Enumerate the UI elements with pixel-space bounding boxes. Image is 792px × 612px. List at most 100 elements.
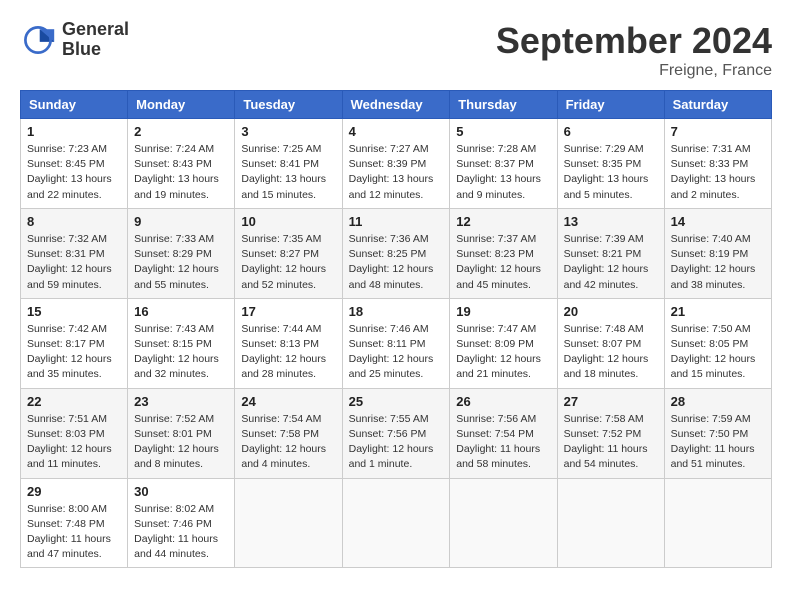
logo-text: General Blue	[62, 20, 129, 60]
day-number: 6	[564, 124, 658, 139]
table-row	[557, 478, 664, 568]
day-info: Sunrise: 7:48 AM Sunset: 8:07 PM Dayligh…	[564, 322, 658, 383]
table-row: 16 Sunrise: 7:43 AM Sunset: 8:15 PM Dayl…	[128, 298, 235, 388]
table-row: 28 Sunrise: 7:59 AM Sunset: 7:50 PM Dayl…	[664, 388, 771, 478]
day-number: 12	[456, 214, 550, 229]
day-number: 18	[349, 304, 444, 319]
table-row: 29 Sunrise: 8:00 AM Sunset: 7:48 PM Dayl…	[21, 478, 128, 568]
table-row: 22 Sunrise: 7:51 AM Sunset: 8:03 PM Dayl…	[21, 388, 128, 478]
col-wednesday: Wednesday	[342, 91, 450, 119]
day-number: 24	[241, 394, 335, 409]
day-number: 19	[456, 304, 550, 319]
table-row: 19 Sunrise: 7:47 AM Sunset: 8:09 PM Dayl…	[450, 298, 557, 388]
day-info: Sunrise: 7:35 AM Sunset: 8:27 PM Dayligh…	[241, 232, 335, 293]
day-number: 23	[134, 394, 228, 409]
day-number: 10	[241, 214, 335, 229]
day-number: 28	[671, 394, 765, 409]
day-number: 8	[27, 214, 121, 229]
month-title: September 2024	[496, 20, 772, 62]
day-number: 4	[349, 124, 444, 139]
day-info: Sunrise: 7:36 AM Sunset: 8:25 PM Dayligh…	[349, 232, 444, 293]
day-info: Sunrise: 7:42 AM Sunset: 8:17 PM Dayligh…	[27, 322, 121, 383]
title-block: September 2024 Freigne, France	[496, 20, 772, 80]
table-row: 11 Sunrise: 7:36 AM Sunset: 8:25 PM Dayl…	[342, 208, 450, 298]
day-number: 20	[564, 304, 658, 319]
calendar-row: 1 Sunrise: 7:23 AM Sunset: 8:45 PM Dayli…	[21, 119, 772, 209]
day-info: Sunrise: 7:55 AM Sunset: 7:56 PM Dayligh…	[349, 412, 444, 473]
table-row: 17 Sunrise: 7:44 AM Sunset: 8:13 PM Dayl…	[235, 298, 342, 388]
day-number: 26	[456, 394, 550, 409]
table-row: 18 Sunrise: 7:46 AM Sunset: 8:11 PM Dayl…	[342, 298, 450, 388]
day-number: 2	[134, 124, 228, 139]
day-number: 22	[27, 394, 121, 409]
calendar-table: Sunday Monday Tuesday Wednesday Thursday…	[20, 90, 772, 568]
calendar-row: 22 Sunrise: 7:51 AM Sunset: 8:03 PM Dayl…	[21, 388, 772, 478]
day-info: Sunrise: 7:43 AM Sunset: 8:15 PM Dayligh…	[134, 322, 228, 383]
day-number: 7	[671, 124, 765, 139]
day-info: Sunrise: 7:58 AM Sunset: 7:52 PM Dayligh…	[564, 412, 658, 473]
col-thursday: Thursday	[450, 91, 557, 119]
day-info: Sunrise: 7:27 AM Sunset: 8:39 PM Dayligh…	[349, 142, 444, 203]
day-info: Sunrise: 7:23 AM Sunset: 8:45 PM Dayligh…	[27, 142, 121, 203]
table-row: 13 Sunrise: 7:39 AM Sunset: 8:21 PM Dayl…	[557, 208, 664, 298]
table-row: 30 Sunrise: 8:02 AM Sunset: 7:46 PM Dayl…	[128, 478, 235, 568]
day-info: Sunrise: 7:46 AM Sunset: 8:11 PM Dayligh…	[349, 322, 444, 383]
day-info: Sunrise: 7:50 AM Sunset: 8:05 PM Dayligh…	[671, 322, 765, 383]
day-number: 30	[134, 484, 228, 499]
day-info: Sunrise: 7:44 AM Sunset: 8:13 PM Dayligh…	[241, 322, 335, 383]
col-sunday: Sunday	[21, 91, 128, 119]
logo: General Blue	[20, 20, 129, 60]
table-row: 21 Sunrise: 7:50 AM Sunset: 8:05 PM Dayl…	[664, 298, 771, 388]
table-row: 3 Sunrise: 7:25 AM Sunset: 8:41 PM Dayli…	[235, 119, 342, 209]
calendar-row: 29 Sunrise: 8:00 AM Sunset: 7:48 PM Dayl…	[21, 478, 772, 568]
table-row: 4 Sunrise: 7:27 AM Sunset: 8:39 PM Dayli…	[342, 119, 450, 209]
day-info: Sunrise: 8:02 AM Sunset: 7:46 PM Dayligh…	[134, 502, 228, 563]
table-row	[342, 478, 450, 568]
day-info: Sunrise: 7:25 AM Sunset: 8:41 PM Dayligh…	[241, 142, 335, 203]
table-row: 7 Sunrise: 7:31 AM Sunset: 8:33 PM Dayli…	[664, 119, 771, 209]
day-info: Sunrise: 7:47 AM Sunset: 8:09 PM Dayligh…	[456, 322, 550, 383]
day-info: Sunrise: 7:40 AM Sunset: 8:19 PM Dayligh…	[671, 232, 765, 293]
table-row: 14 Sunrise: 7:40 AM Sunset: 8:19 PM Dayl…	[664, 208, 771, 298]
table-row: 1 Sunrise: 7:23 AM Sunset: 8:45 PM Dayli…	[21, 119, 128, 209]
col-tuesday: Tuesday	[235, 91, 342, 119]
table-row: 24 Sunrise: 7:54 AM Sunset: 7:58 PM Dayl…	[235, 388, 342, 478]
day-number: 17	[241, 304, 335, 319]
table-row	[664, 478, 771, 568]
day-number: 25	[349, 394, 444, 409]
day-info: Sunrise: 7:32 AM Sunset: 8:31 PM Dayligh…	[27, 232, 121, 293]
day-info: Sunrise: 7:51 AM Sunset: 8:03 PM Dayligh…	[27, 412, 121, 473]
day-info: Sunrise: 7:59 AM Sunset: 7:50 PM Dayligh…	[671, 412, 765, 473]
table-row: 8 Sunrise: 7:32 AM Sunset: 8:31 PM Dayli…	[21, 208, 128, 298]
calendar-header-row: Sunday Monday Tuesday Wednesday Thursday…	[21, 91, 772, 119]
table-row: 20 Sunrise: 7:48 AM Sunset: 8:07 PM Dayl…	[557, 298, 664, 388]
calendar-row: 8 Sunrise: 7:32 AM Sunset: 8:31 PM Dayli…	[21, 208, 772, 298]
day-number: 15	[27, 304, 121, 319]
table-row	[235, 478, 342, 568]
table-row: 15 Sunrise: 7:42 AM Sunset: 8:17 PM Dayl…	[21, 298, 128, 388]
day-info: Sunrise: 7:29 AM Sunset: 8:35 PM Dayligh…	[564, 142, 658, 203]
day-info: Sunrise: 7:37 AM Sunset: 8:23 PM Dayligh…	[456, 232, 550, 293]
table-row: 23 Sunrise: 7:52 AM Sunset: 8:01 PM Dayl…	[128, 388, 235, 478]
table-row: 5 Sunrise: 7:28 AM Sunset: 8:37 PM Dayli…	[450, 119, 557, 209]
table-row: 26 Sunrise: 7:56 AM Sunset: 7:54 PM Dayl…	[450, 388, 557, 478]
day-info: Sunrise: 7:24 AM Sunset: 8:43 PM Dayligh…	[134, 142, 228, 203]
col-monday: Monday	[128, 91, 235, 119]
day-info: Sunrise: 7:31 AM Sunset: 8:33 PM Dayligh…	[671, 142, 765, 203]
day-number: 16	[134, 304, 228, 319]
day-info: Sunrise: 8:00 AM Sunset: 7:48 PM Dayligh…	[27, 502, 121, 563]
day-info: Sunrise: 7:33 AM Sunset: 8:29 PM Dayligh…	[134, 232, 228, 293]
day-number: 3	[241, 124, 335, 139]
day-number: 27	[564, 394, 658, 409]
day-number: 9	[134, 214, 228, 229]
day-number: 5	[456, 124, 550, 139]
table-row: 10 Sunrise: 7:35 AM Sunset: 8:27 PM Dayl…	[235, 208, 342, 298]
table-row: 12 Sunrise: 7:37 AM Sunset: 8:23 PM Dayl…	[450, 208, 557, 298]
col-saturday: Saturday	[664, 91, 771, 119]
location-title: Freigne, France	[496, 62, 772, 80]
table-row: 25 Sunrise: 7:55 AM Sunset: 7:56 PM Dayl…	[342, 388, 450, 478]
table-row	[450, 478, 557, 568]
calendar-body: 1 Sunrise: 7:23 AM Sunset: 8:45 PM Dayli…	[21, 119, 772, 568]
day-number: 1	[27, 124, 121, 139]
day-number: 29	[27, 484, 121, 499]
